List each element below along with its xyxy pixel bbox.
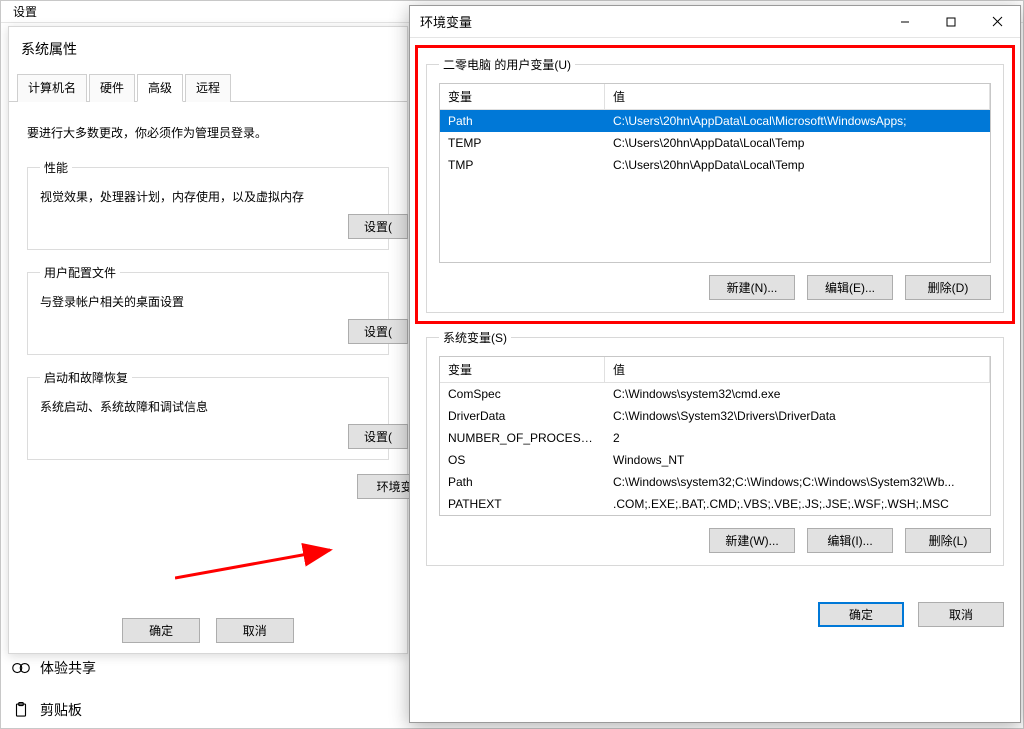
cell-var: PATHEXT [440, 493, 605, 515]
close-button[interactable] [974, 7, 1020, 37]
table-header: 变量 值 [440, 357, 990, 383]
startup-group: 启动和故障恢复 系统启动、系统故障和调试信息 设置( [27, 369, 389, 460]
user-delete-button[interactable]: 删除(D) [905, 275, 991, 300]
cell-val: C:\Windows\System32\Drivers\DriverData [605, 405, 990, 427]
window-controls [882, 7, 1020, 37]
cell-var: Path [440, 471, 605, 493]
user-new-button[interactable]: 新建(N)... [709, 275, 795, 300]
cell-var: TEMP [440, 132, 605, 154]
env-footer: 确定 取消 [410, 596, 1020, 627]
sidebar-item-clipboard[interactable]: 剪贴板 [12, 700, 82, 720]
advanced-tab-content: 要进行大多数更改，你必须作为管理员登录。 性能 视觉效果，处理器计划，内存使用，… [9, 102, 407, 514]
performance-group: 性能 视觉效果，处理器计划，内存使用，以及虚拟内存 设置( [27, 159, 389, 250]
col-value[interactable]: 值 [605, 84, 990, 109]
table-row[interactable]: NUMBER_OF_PROCESSORS2 [440, 427, 990, 449]
cancel-button[interactable]: 取消 [216, 618, 294, 643]
table-row[interactable]: PATHEXT.COM;.EXE;.BAT;.CMD;.VBS;.VBE;.JS… [440, 493, 990, 515]
table-row[interactable]: TMPC:\Users\20hn\AppData\Local\Temp [440, 154, 990, 176]
startup-legend: 启动和故障恢复 [40, 369, 132, 386]
tab-0[interactable]: 计算机名 [17, 74, 87, 102]
performance-desc: 视觉效果，处理器计划，内存使用，以及虚拟内存 [40, 188, 376, 205]
cell-var: Path [440, 110, 605, 132]
col-variable[interactable]: 变量 [440, 84, 605, 109]
cell-var: PROCESSOR_ARCHITECT... [440, 515, 605, 516]
table-header: 变量 值 [440, 84, 990, 110]
system-properties-title: 系统属性 [9, 27, 407, 67]
minimize-button[interactable] [882, 7, 928, 37]
system-properties-dialog: 系统属性 计算机名硬件高级远程 要进行大多数更改，你必须作为管理员登录。 性能 … [8, 26, 408, 654]
maximize-button[interactable] [928, 7, 974, 37]
performance-settings-button[interactable]: 设置( [348, 214, 408, 239]
user-profile-settings-button[interactable]: 设置( [348, 319, 408, 344]
table-row[interactable]: TEMPC:\Users\20hn\AppData\Local\Temp [440, 132, 990, 154]
table-row[interactable]: DriverDataC:\Windows\System32\Drivers\Dr… [440, 405, 990, 427]
table-row[interactable]: OSWindows_NT [440, 449, 990, 471]
share-icon [12, 659, 30, 677]
sidebar-item-label: 剪贴板 [40, 700, 82, 720]
sidebar-item-label: 体验共享 [40, 658, 96, 678]
cell-val: 2 [605, 427, 990, 449]
user-profile-group: 用户配置文件 与登录帐户相关的桌面设置 设置( [27, 264, 389, 355]
cell-val: C:\Users\20hn\AppData\Local\Temp [605, 154, 990, 176]
cell-var: OS [440, 449, 605, 471]
startup-settings-button[interactable]: 设置( [348, 424, 408, 449]
clipboard-icon [12, 701, 30, 719]
cell-var: ComSpec [440, 383, 605, 405]
system-variables-table[interactable]: 变量 值 ComSpecC:\Windows\system32\cmd.exeD… [439, 356, 991, 516]
system-variables-group: 系统变量(S) 变量 值 ComSpecC:\Windows\system32\… [426, 329, 1004, 566]
col-variable[interactable]: 变量 [440, 357, 605, 382]
startup-desc: 系统启动、系统故障和调试信息 [40, 398, 376, 415]
user-variables-legend: 二零电脑 的用户变量(U) [439, 56, 575, 73]
col-value[interactable]: 值 [605, 357, 990, 382]
user-variables-table[interactable]: 变量 值 PathC:\Users\20hn\AppData\Local\Mic… [439, 83, 991, 263]
cell-var: NUMBER_OF_PROCESSORS [440, 427, 605, 449]
table-row[interactable]: PathC:\Windows\system32;C:\Windows;C:\Wi… [440, 471, 990, 493]
system-variables-legend: 系统变量(S) [439, 329, 511, 346]
sidebar-item-experience[interactable]: 体验共享 [12, 658, 96, 678]
cell-val: C:\Users\20hn\AppData\Local\Microsoft\Wi… [605, 110, 990, 132]
performance-legend: 性能 [40, 159, 72, 176]
cell-val: Windows_NT [605, 449, 990, 471]
user-edit-button[interactable]: 编辑(E)... [807, 275, 893, 300]
cell-val: C:\Windows\system32\cmd.exe [605, 383, 990, 405]
tab-2[interactable]: 高级 [137, 74, 183, 102]
env-titlebar: 环境变量 [410, 6, 1020, 38]
system-delete-button[interactable]: 删除(L) [905, 528, 991, 553]
cell-var: DriverData [440, 405, 605, 427]
ok-button[interactable]: 确定 [122, 618, 200, 643]
cell-val: C:\Windows\system32;C:\Windows;C:\Window… [605, 471, 990, 493]
user-profile-legend: 用户配置文件 [40, 264, 120, 281]
cell-var: TMP [440, 154, 605, 176]
system-properties-tabs: 计算机名硬件高级远程 [9, 73, 407, 102]
env-ok-button[interactable]: 确定 [818, 602, 904, 627]
tab-1[interactable]: 硬件 [89, 74, 135, 102]
table-row[interactable]: PROCESSOR_ARCHITECT...AMD64 [440, 515, 990, 516]
tab-3[interactable]: 远程 [185, 74, 231, 102]
user-profile-desc: 与登录帐户相关的桌面设置 [40, 293, 376, 310]
env-cancel-button[interactable]: 取消 [918, 602, 1004, 627]
admin-note: 要进行大多数更改，你必须作为管理员登录。 [27, 124, 389, 141]
system-new-button[interactable]: 新建(W)... [709, 528, 795, 553]
table-row[interactable]: ComSpecC:\Windows\system32\cmd.exe [440, 383, 990, 405]
cell-val: .COM;.EXE;.BAT;.CMD;.VBS;.VBE;.JS;.JSE;.… [605, 493, 990, 515]
system-edit-button[interactable]: 编辑(I)... [807, 528, 893, 553]
table-row[interactable]: PathC:\Users\20hn\AppData\Local\Microsof… [440, 110, 990, 132]
cell-val: C:\Users\20hn\AppData\Local\Temp [605, 132, 990, 154]
cell-val: AMD64 [605, 515, 990, 516]
environment-variables-dialog: 环境变量 二零电脑 的用户变量(U) 变量 值 PathC:\Users\20h… [409, 5, 1021, 723]
env-title: 环境变量 [410, 12, 472, 31]
sysprops-footer: 确定 取消 [9, 618, 407, 643]
user-variables-group: 二零电脑 的用户变量(U) 变量 值 PathC:\Users\20hn\App… [426, 56, 1004, 313]
